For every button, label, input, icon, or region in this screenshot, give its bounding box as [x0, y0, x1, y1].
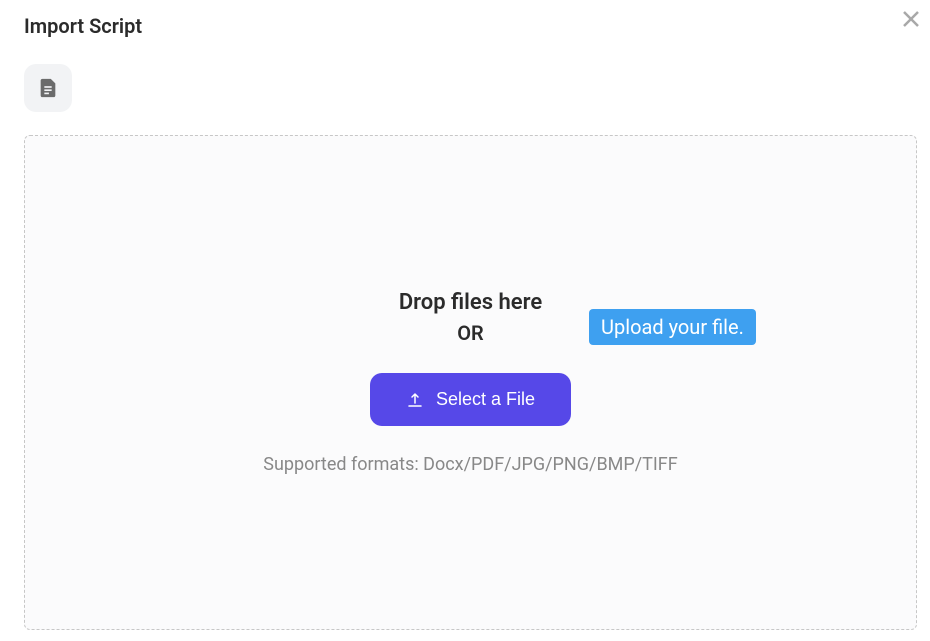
select-file-button[interactable]: Select a File: [370, 373, 571, 426]
close-button[interactable]: [902, 6, 920, 34]
document-icon: [37, 77, 59, 99]
document-type-icon-wrapper: [24, 64, 72, 112]
file-drop-zone[interactable]: Drop files here OR Select a File Support…: [24, 135, 917, 630]
drop-files-text: Drop files here: [399, 290, 542, 315]
upload-icon: [406, 391, 424, 409]
dialog-title: Import Script: [24, 14, 142, 38]
or-text: OR: [457, 321, 484, 345]
close-icon: [902, 10, 920, 28]
select-file-button-label: Select a File: [436, 389, 535, 410]
upload-tooltip: Upload your file.: [589, 309, 756, 345]
upload-tooltip-text: Upload your file.: [601, 315, 744, 339]
supported-formats-text: Supported formats: Docx/PDF/JPG/PNG/BMP/…: [263, 454, 677, 475]
